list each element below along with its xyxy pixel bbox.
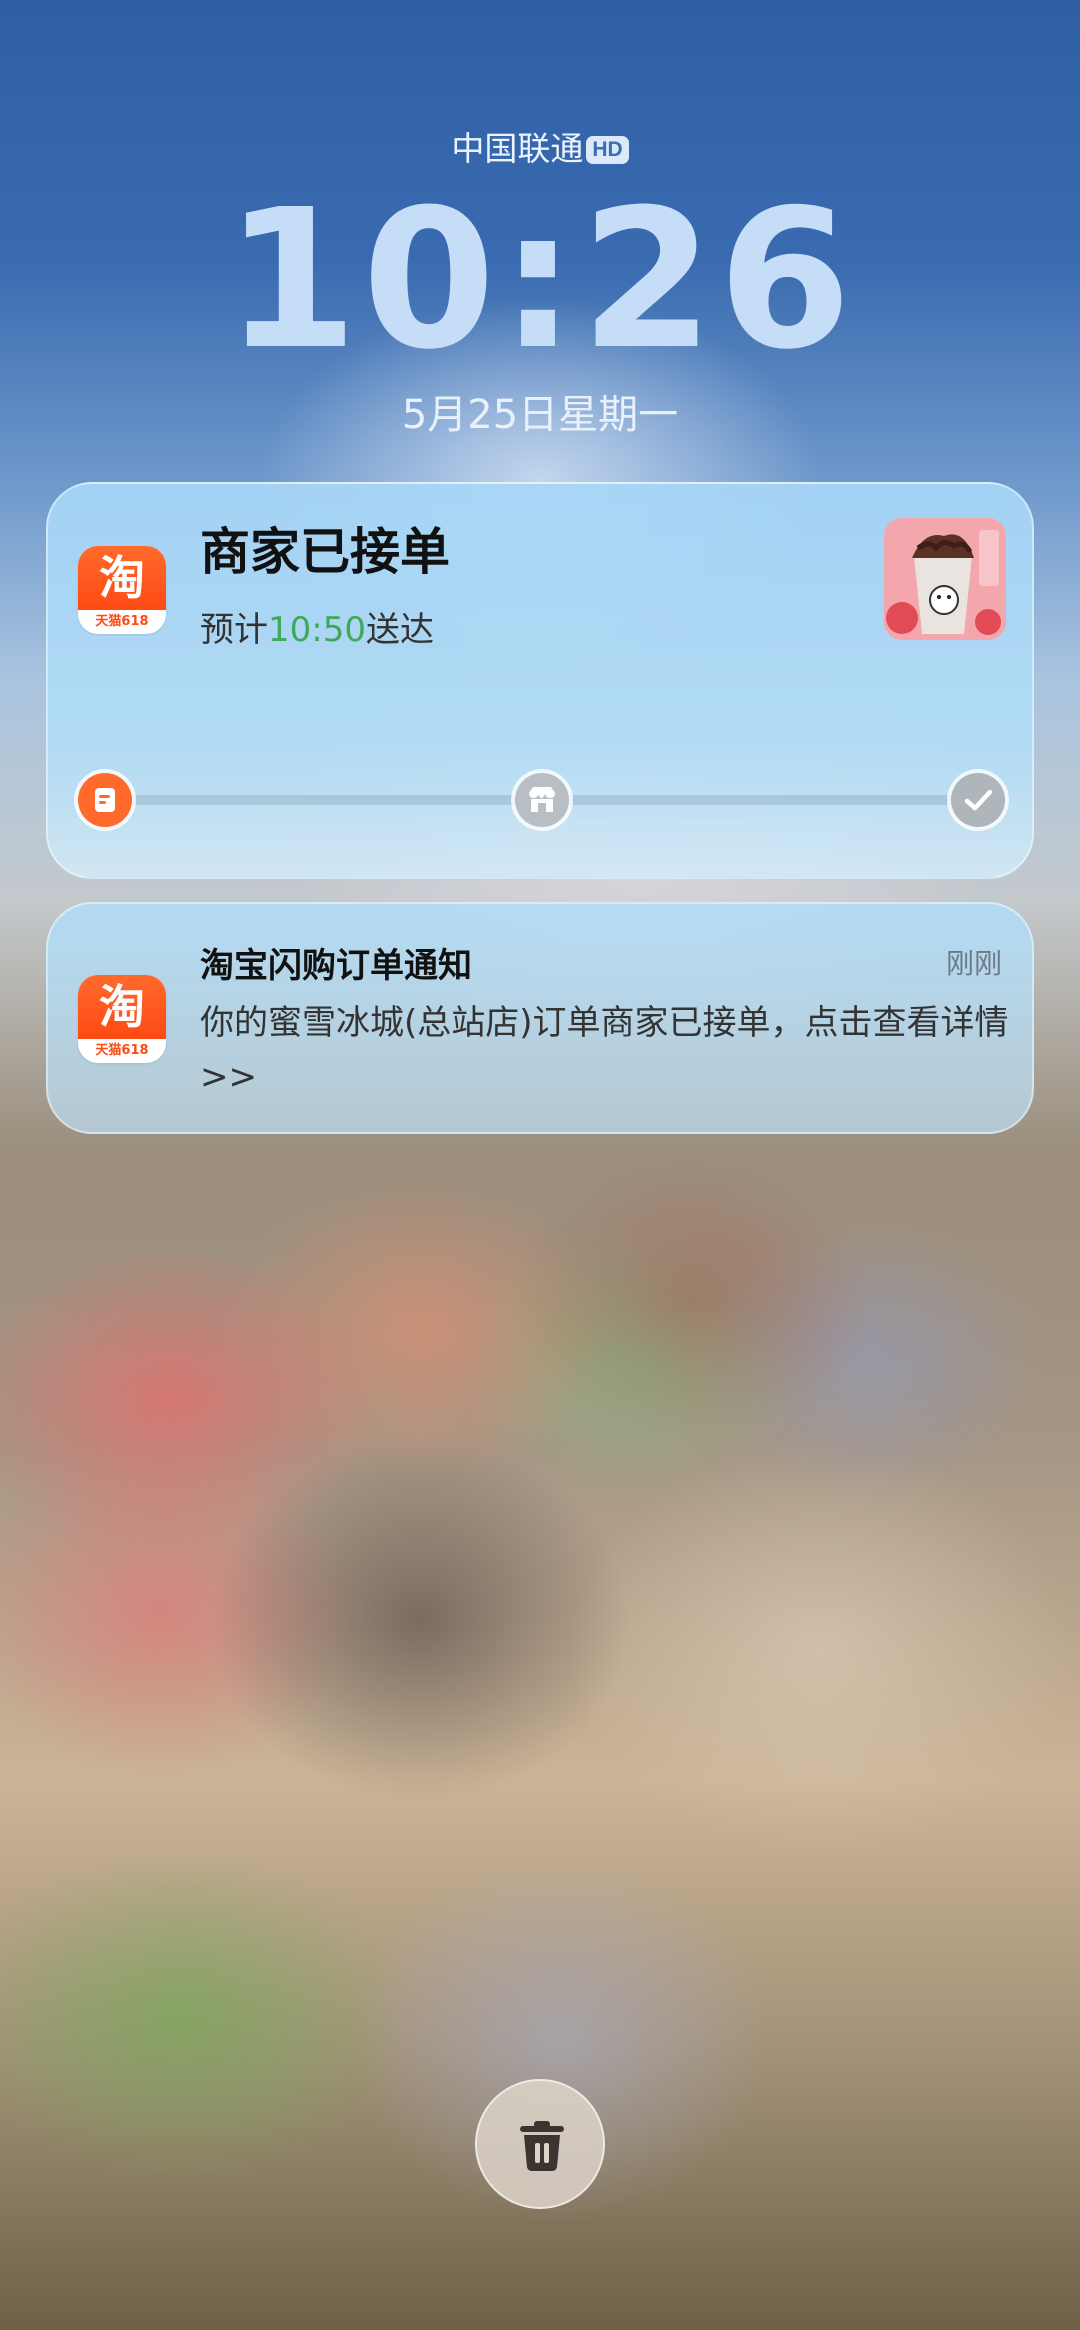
trash-icon — [520, 2121, 564, 2171]
check-icon — [951, 773, 1005, 827]
taobao-icon: 淘 天猫618 — [78, 975, 166, 1063]
store-icon — [515, 773, 569, 827]
lock-date: 5月25日星期一 — [401, 392, 679, 438]
app-icon-glyph: 淘 — [78, 975, 166, 1039]
carrier-status: 中国联通 HD — [0, 122, 1080, 170]
clear-notifications-button[interactable] — [475, 2079, 605, 2209]
live-activity-subtitle: 预计10:50送达 — [200, 602, 434, 651]
carrier-name: 中国联通 — [451, 130, 584, 167]
taobao-icon: 淘 天猫618 — [78, 546, 166, 634]
notification-time: 刚刚 — [945, 947, 1002, 980]
hd-badge: HD — [586, 136, 629, 164]
live-activity-card[interactable]: 淘 天猫618 商家已接单 预计10:50送达 — [46, 482, 1034, 879]
notification-body: 你的蜜雪冰城(总站店)订单商家已接单，点击查看详情>> — [200, 1003, 1009, 1097]
app-icon-glyph: 淘 — [78, 546, 166, 610]
notification-title: 淘宝闪购订单通知 — [200, 946, 472, 986]
order-icon — [78, 773, 132, 827]
product-thumbnail — [884, 518, 1006, 640]
live-activity-title: 商家已接单 — [200, 523, 450, 581]
app-icon-caption: 天猫618 — [95, 1043, 149, 1058]
lock-clock: 10:26 — [224, 169, 856, 392]
eta-suffix: 送达 — [365, 610, 434, 650]
lock-screen: 中国联通 HD 10:26 5月25日星期一 淘 天猫618 商家已接单 预计10… — [0, 0, 1080, 2330]
app-icon-caption: 天猫618 — [95, 614, 149, 629]
notification-card[interactable]: 淘 天猫618 淘宝闪购订单通知 刚刚 你的蜜雪冰城(总站店)订单商家已接单，点… — [46, 902, 1034, 1134]
eta-time: 10:50 — [268, 610, 366, 650]
eta-prefix: 预计 — [200, 610, 268, 650]
